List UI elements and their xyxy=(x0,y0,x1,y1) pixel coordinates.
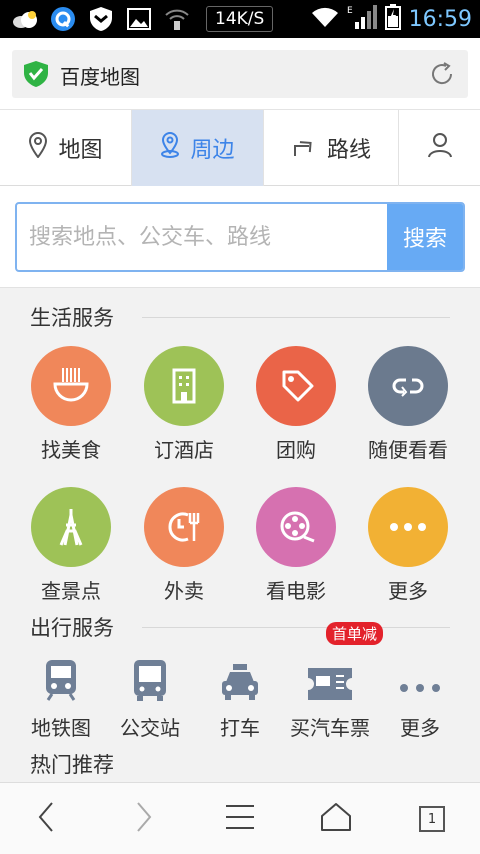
nearby-pin-icon xyxy=(160,132,180,164)
home-button[interactable] xyxy=(312,797,360,841)
service-scenic-spots[interactable]: 查景点 xyxy=(11,487,131,604)
location-pin-icon xyxy=(28,132,48,164)
battery-icon xyxy=(384,4,401,34)
tab-route[interactable]: 路线 xyxy=(264,110,399,186)
service-label: 找美食 xyxy=(41,438,101,462)
forward-button[interactable] xyxy=(120,797,168,841)
weather-icon xyxy=(12,6,38,32)
bus-icon xyxy=(100,654,200,702)
travel-label: 地铁图 xyxy=(31,716,91,740)
shuffle-link-icon xyxy=(368,346,448,426)
page-title: 百度地图 xyxy=(60,65,140,89)
travel-label: 买汽车票 xyxy=(290,716,370,740)
tab-label: 路线 xyxy=(326,138,371,163)
search-box: 搜索 xyxy=(15,202,465,272)
back-button[interactable] xyxy=(22,797,70,841)
clock-fork-icon xyxy=(144,487,224,567)
tag-icon xyxy=(256,346,336,426)
promo-badge: 首单减 xyxy=(326,622,384,645)
service-book-hotel[interactable]: 订酒店 xyxy=(124,346,244,463)
user-icon xyxy=(427,131,453,165)
tab-label: 地图 xyxy=(58,138,103,163)
service-label: 外卖 xyxy=(164,579,204,603)
service-browse[interactable]: 随便看看 xyxy=(348,346,468,463)
food-bowl-icon xyxy=(31,346,111,426)
route-arrow-icon xyxy=(291,132,317,164)
image-icon xyxy=(126,6,152,32)
url-bar[interactable]: 百度地图 xyxy=(12,50,468,98)
chevron-right-icon xyxy=(134,801,154,837)
tab-map[interactable]: 地图 xyxy=(0,110,132,186)
secure-shield-icon xyxy=(23,60,49,92)
service-label: 订酒店 xyxy=(154,438,214,462)
travel-services-heading: 出行服务 xyxy=(30,616,114,640)
ticket-icon xyxy=(280,654,380,702)
status-bar: 14K/S E 16:59 xyxy=(0,0,480,38)
tab-nearby[interactable]: 周边 xyxy=(132,110,264,186)
life-services-heading: 生活服务 xyxy=(30,306,114,330)
url-bar-container: 百度地图 xyxy=(0,38,480,110)
reload-icon[interactable] xyxy=(428,60,456,92)
subway-icon xyxy=(11,654,111,702)
service-group-buy[interactable]: 团购 xyxy=(236,346,356,463)
browser-bottom-nav: 1 xyxy=(0,782,480,854)
service-label: 看电影 xyxy=(266,579,326,603)
travel-taxi[interactable]: 打车 xyxy=(190,654,290,741)
svg-text:E: E xyxy=(347,6,353,16)
tab-user[interactable] xyxy=(399,110,480,186)
shield-notify-icon xyxy=(88,6,114,32)
wifi-usb-icon xyxy=(164,6,190,32)
hot-recommend-heading: 热门推荐 xyxy=(30,753,114,777)
taxi-icon xyxy=(190,654,290,702)
tab-count: 1 xyxy=(419,806,445,832)
travel-subway-map[interactable]: 地铁图 xyxy=(11,654,111,741)
more-dots-icon xyxy=(370,654,470,702)
menu-button[interactable] xyxy=(216,797,264,841)
tab-label: 周边 xyxy=(190,138,235,163)
search-area: 搜索 xyxy=(0,186,480,288)
divider xyxy=(142,317,450,318)
hamburger-icon xyxy=(224,803,256,835)
search-button[interactable]: 搜索 xyxy=(387,204,463,270)
travel-label: 打车 xyxy=(220,716,260,740)
clock: 16:59 xyxy=(408,6,472,32)
tab-bar: 地图 周边 路线 xyxy=(0,110,480,186)
travel-more[interactable]: 更多 xyxy=(370,654,470,741)
chevron-left-icon xyxy=(36,801,56,837)
hotel-building-icon xyxy=(144,346,224,426)
service-label: 更多 xyxy=(388,579,428,603)
travel-bus-tickets[interactable]: 首单减 买汽车票 xyxy=(280,622,384,741)
service-find-food[interactable]: 找美食 xyxy=(11,346,131,463)
net-speed: 14K/S xyxy=(206,6,274,32)
film-reel-icon xyxy=(256,487,336,567)
wifi-icon xyxy=(311,6,339,32)
travel-bus-stop[interactable]: 公交站 xyxy=(100,654,200,741)
travel-label: 公交站 xyxy=(120,716,180,740)
travel-label: 更多 xyxy=(400,716,440,740)
service-label: 随便看看 xyxy=(368,438,448,462)
search-input[interactable] xyxy=(17,204,389,270)
signal-icon: E xyxy=(347,4,377,34)
divider xyxy=(142,627,450,628)
more-dots-icon xyxy=(368,487,448,567)
service-more[interactable]: 更多 xyxy=(348,487,468,604)
service-takeout[interactable]: 外卖 xyxy=(124,487,244,604)
service-label: 查景点 xyxy=(41,579,101,603)
tabs-button[interactable]: 1 xyxy=(408,797,456,841)
service-movies[interactable]: 看电影 xyxy=(236,487,356,604)
qq-browser-icon xyxy=(50,6,76,32)
eiffel-tower-icon xyxy=(31,487,111,567)
service-label: 团购 xyxy=(276,438,316,462)
home-icon xyxy=(320,802,352,836)
